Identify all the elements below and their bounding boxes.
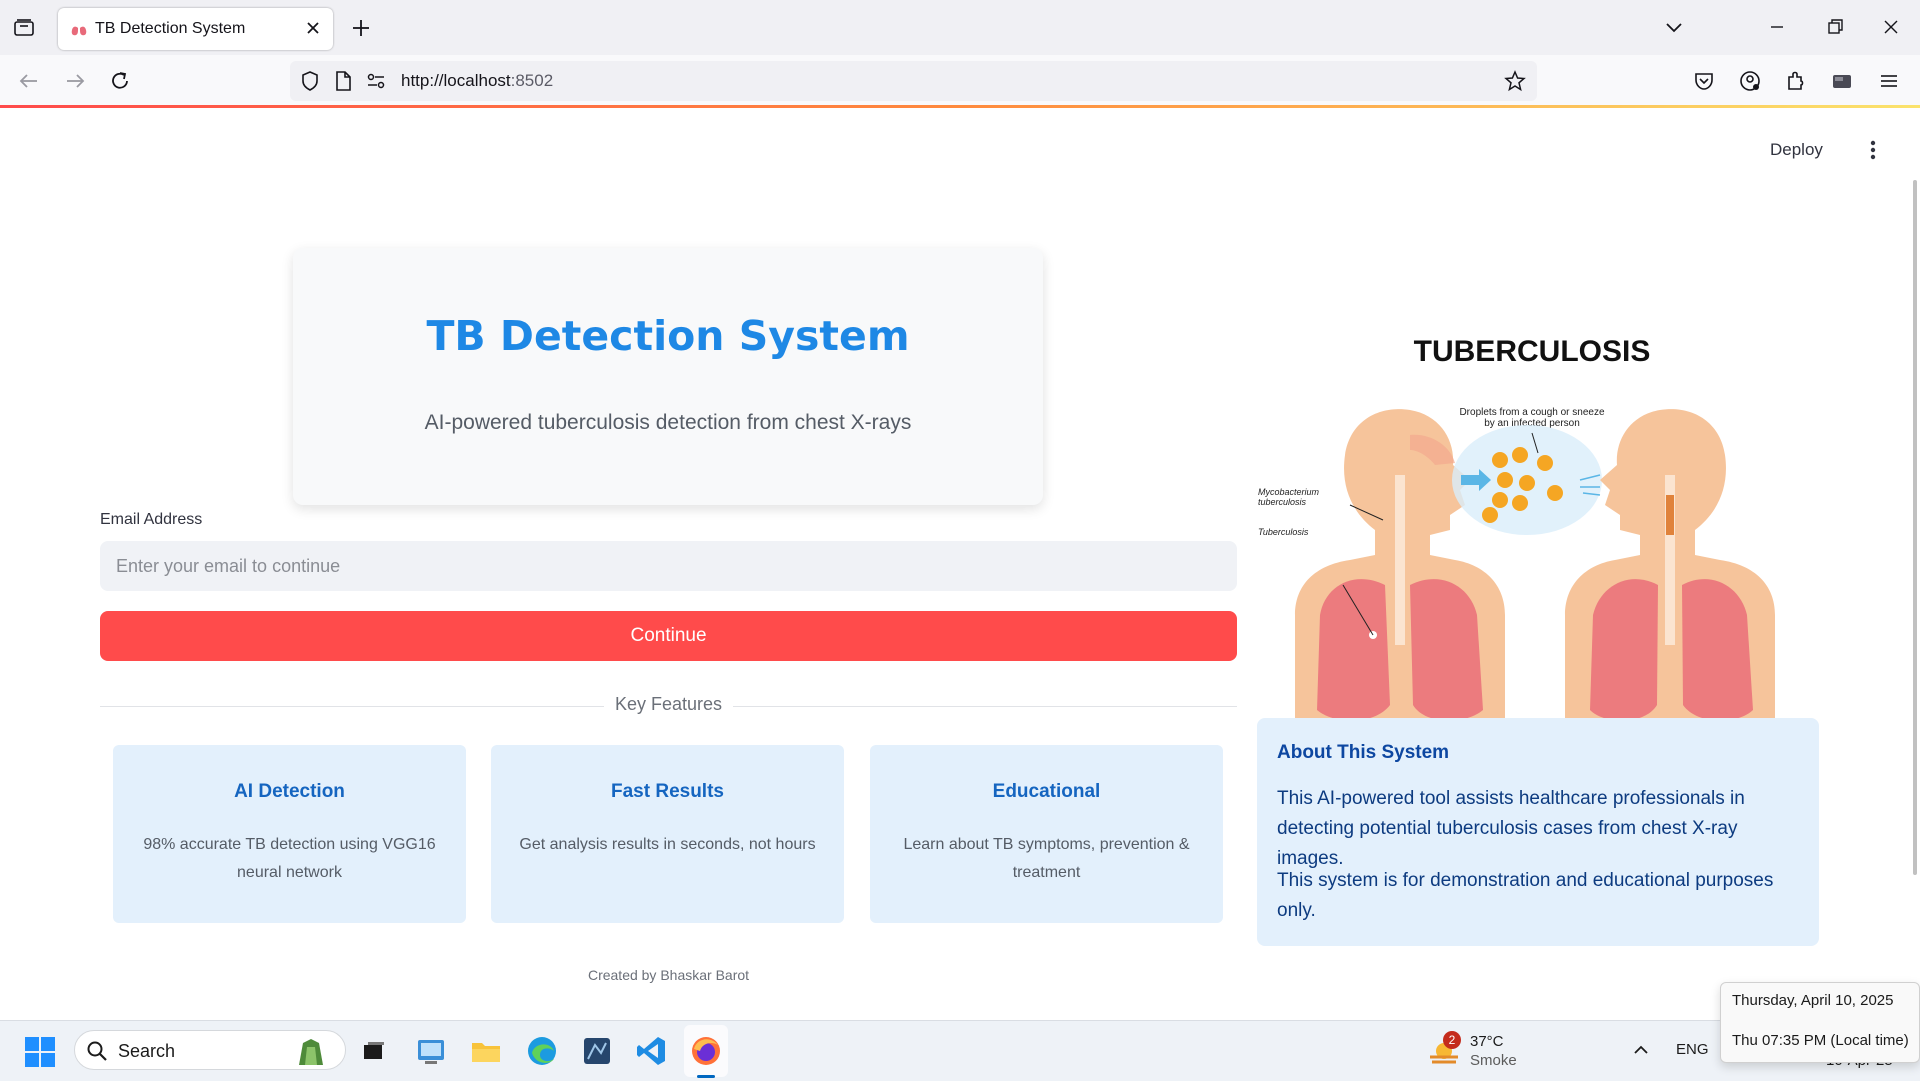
reload-icon[interactable] — [107, 68, 133, 94]
weather-temp: 37°C — [1470, 1033, 1504, 1050]
browser-nav-bar: http://localhost:8502 — [0, 55, 1920, 107]
email-input[interactable] — [100, 541, 1237, 591]
url-host: http://localhost — [401, 71, 511, 90]
file-explorer-icon[interactable] — [468, 1033, 504, 1069]
shield-icon[interactable] — [299, 70, 321, 92]
forward-icon[interactable] — [62, 68, 88, 94]
taskbar-search[interactable]: Search — [74, 1030, 346, 1070]
feature-title: Fast Results — [611, 781, 724, 802]
tab-title: TB Detection System — [95, 20, 246, 37]
browser-tab-active[interactable]: TB Detection System — [58, 8, 333, 50]
new-tab-icon[interactable] — [349, 16, 373, 40]
account-icon[interactable] — [1737, 68, 1763, 94]
lungs-icon — [71, 22, 87, 36]
feature-description: Learn about TB symptoms, prevention & tr… — [903, 836, 1190, 881]
app-main: Deploy TB Detection System AI-powered tu… — [0, 108, 1920, 1020]
tuberculosis-illustration: TUBERCULOSIS Droplets from a cough or sn… — [1258, 335, 1775, 775]
page-icon[interactable] — [332, 70, 354, 92]
illustration-myco-label-1: Mycobacterium — [1258, 487, 1320, 497]
extensions-icon[interactable] — [1783, 68, 1809, 94]
url-text: http://localhost:8502 — [401, 71, 553, 91]
continue-button[interactable]: Continue — [100, 611, 1237, 661]
show-hidden-icons-icon[interactable] — [1630, 1039, 1652, 1061]
feature-title: Educational — [992, 781, 1101, 802]
clock-tooltip: Thursday, April 10, 2025 Thu 07:35 PM (L… — [1720, 982, 1920, 1063]
weather-badge: 2 — [1443, 1031, 1461, 1049]
page-title: TB Detection System — [426, 312, 910, 360]
weather-condition: Smoke — [1470, 1052, 1517, 1069]
back-icon[interactable] — [16, 68, 42, 94]
email-label: Email Address — [100, 511, 203, 528]
hero-card: TB Detection System AI-powered tuberculo… — [293, 248, 1043, 505]
page-scrollbar[interactable] — [1913, 180, 1917, 875]
clock-tooltip-time: Thu 07:35 PM (Local time) — [1732, 1032, 1909, 1049]
url-bar[interactable]: http://localhost:8502 — [290, 61, 1537, 101]
illustration-myco-label-2: tuberculosis — [1258, 497, 1307, 507]
about-title: About This System — [1277, 742, 1450, 763]
browser-tab-bar: TB Detection System — [0, 0, 1920, 55]
about-panel: About This System This AI-powered tool a… — [1257, 718, 1819, 946]
illustration-title: TUBERCULOSIS — [1414, 335, 1651, 368]
about-paragraph-1: This AI-powered tool assists healthcare … — [1277, 788, 1745, 869]
illustration-droplets-label-1: Droplets from a cough or sneeze — [1459, 407, 1605, 418]
feature-card-ai-detection: AI Detection 98% accurate TB detection u… — [113, 745, 466, 923]
language-indicator[interactable]: ENG — [1676, 1041, 1709, 1058]
credit-text: Created by Bhaskar Barot — [587, 967, 750, 983]
key-features-heading: Key Features — [604, 694, 734, 715]
about-paragraph-2: This system is for demonstration and edu… — [1277, 870, 1774, 921]
feature-description: 98% accurate TB detection using VGG16 ne… — [143, 836, 436, 881]
search-icon — [87, 1041, 107, 1061]
mysql-workbench-icon[interactable] — [579, 1033, 615, 1069]
taskbar: Search 2 37°C Smoke ENG — [0, 1020, 1920, 1081]
feature-card-educational: Educational Learn about TB symptoms, pre… — [870, 745, 1223, 923]
pocket-icon[interactable] — [1691, 68, 1717, 94]
tab-list-icon[interactable] — [12, 16, 36, 40]
close-window-icon[interactable] — [1878, 14, 1904, 40]
active-app-indicator — [697, 1075, 715, 1078]
url-port: :8502 — [510, 71, 554, 90]
illustration-tb-label: Tuberculosis — [1258, 527, 1309, 537]
deploy-button[interactable]: Deploy — [1770, 140, 1823, 160]
permissions-icon[interactable] — [365, 70, 387, 92]
edge-icon[interactable] — [524, 1033, 560, 1069]
feature-card-fast-results: Fast Results Get analysis results in sec… — [491, 745, 844, 923]
list-all-tabs-icon[interactable] — [1661, 14, 1687, 40]
vscode-icon[interactable] — [634, 1033, 670, 1069]
feature-description: Get analysis results in seconds, not hou… — [519, 836, 816, 853]
droplet-cloud — [1452, 425, 1602, 535]
firefox-icon[interactable] — [688, 1033, 724, 1069]
restore-icon[interactable] — [1822, 14, 1848, 40]
container-icon[interactable] — [1829, 68, 1855, 94]
weather-widget[interactable]: 2 37°C Smoke — [1428, 1031, 1518, 1071]
task-view-icon[interactable] — [356, 1033, 392, 1069]
windows-start-icon[interactable] — [25, 1037, 55, 1067]
minimize-icon[interactable] — [1764, 14, 1790, 40]
page-subtitle: AI-powered tuberculosis detection from c… — [424, 411, 912, 434]
search-highlight-icon — [299, 1039, 323, 1065]
control-panel-icon[interactable] — [413, 1033, 449, 1069]
feature-title: AI Detection — [234, 781, 345, 802]
close-tab-icon[interactable] — [303, 18, 323, 38]
app-menu-icon[interactable] — [1876, 68, 1902, 94]
bookmark-star-icon[interactable] — [1504, 70, 1526, 92]
search-label: Search — [118, 1041, 176, 1061]
more-options-icon[interactable] — [1861, 136, 1885, 164]
clock-tooltip-date: Thursday, April 10, 2025 — [1732, 992, 1894, 1009]
